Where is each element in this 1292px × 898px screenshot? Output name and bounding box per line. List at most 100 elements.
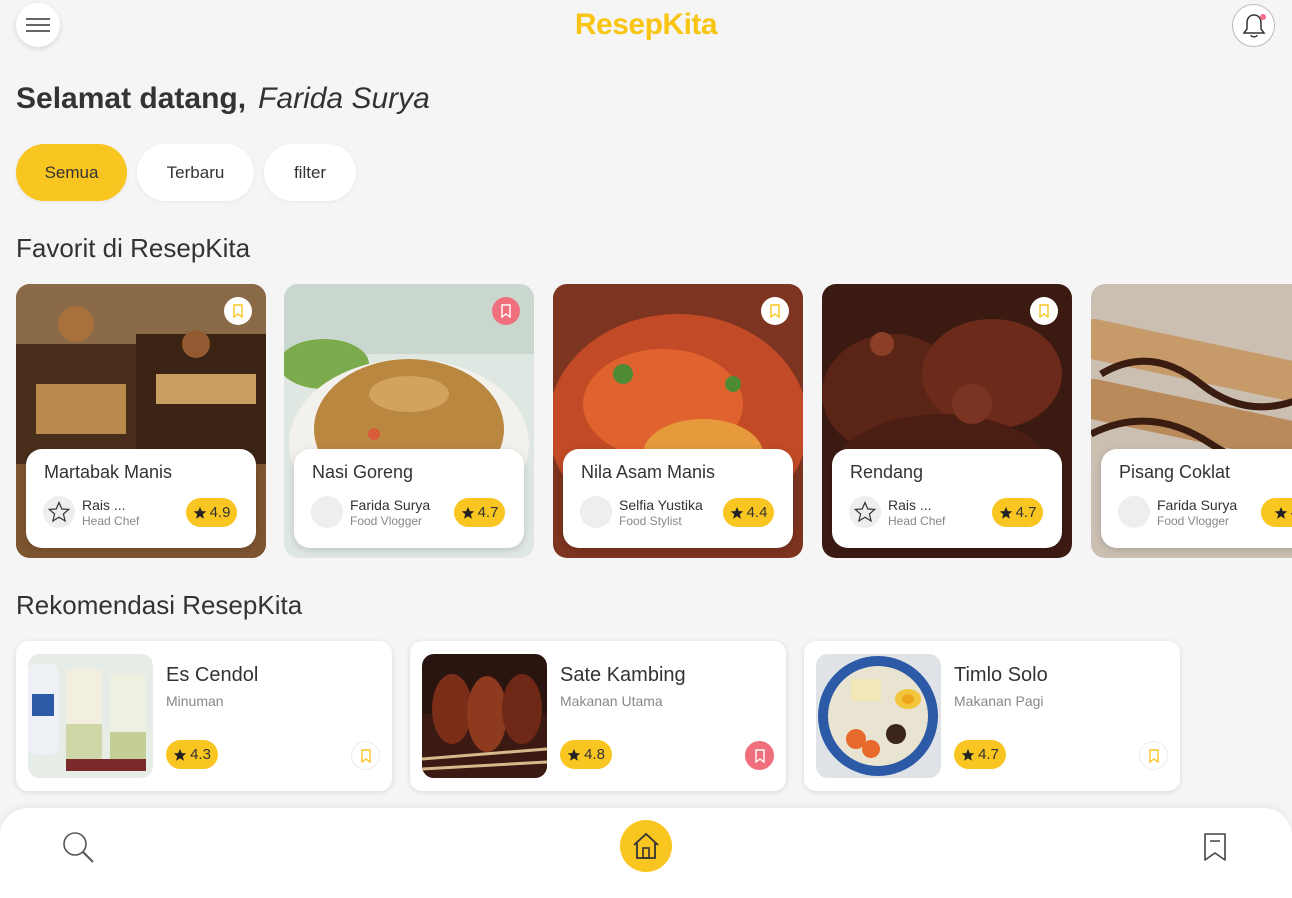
rating-badge: 4 [1261,498,1292,527]
favorites-carousel[interactable]: Martabak Manis Rais ... Head Chef 4.9 Na… [16,284,1292,560]
recipe-category: Minuman [166,693,224,709]
rating-badge: 4.7 [454,498,505,527]
chip-terbaru[interactable]: Terbaru [137,144,254,201]
favorite-info: Rendang Rais ... Head Chef 4.7 [832,449,1062,548]
greeting-prefix: Selamat datang, [16,82,247,115]
bookmark-toggle[interactable] [1030,297,1058,325]
author-role: Head Chef [82,514,140,528]
bookmark-toggle[interactable] [1139,741,1168,770]
author-name: Rais ... [82,497,126,513]
author-name: Selfia Yustika [619,497,703,513]
bookmark-icon [770,304,780,318]
recipe-category: Makanan Pagi [954,693,1044,709]
avatar [849,496,881,528]
bookmark-icon [1204,833,1226,861]
rating-value: 4.7 [1015,504,1037,521]
favorite-card[interactable]: Pisang Coklat Farida Surya Food Vlogger … [1091,284,1292,558]
bookmark-toggle[interactable] [745,741,774,770]
rating-value: 4.8 [584,746,605,763]
recipe-name: Nasi Goreng [312,462,414,482]
star-icon [461,506,474,519]
food-image [28,654,153,778]
bottom-nav [0,808,1292,898]
top-bar: ResepKita [0,0,1292,52]
recipe-name: Rendang [850,462,924,482]
bookmark-icon [233,304,243,318]
recommendation-card[interactable]: Es Cendol Minuman 4.3 [16,641,392,791]
star-icon [193,506,206,519]
favorite-info: Nasi Goreng Farida Surya Food Vlogger 4.… [294,449,524,548]
food-image [816,654,941,778]
filter-chips: Semua Terbaru filter [16,144,356,201]
star-icon [961,748,975,761]
rating-value: 4.7 [978,746,999,763]
nav-search-button[interactable] [59,828,97,866]
rating-value: 4.4 [746,504,768,521]
rating-badge: 4.8 [560,740,612,769]
rating-badge: 4.7 [954,740,1006,769]
rating-value: 4.7 [477,504,499,521]
avatar [1118,496,1150,528]
recommendation-card[interactable]: Timlo Solo Makanan Pagi 4.7 [804,641,1180,791]
home-icon [633,832,659,859]
recommendations-title: Rekomendasi ResepKita [16,590,303,620]
favorite-card[interactable]: Rendang Rais ... Head Chef 4.7 [822,284,1072,558]
notification-dot [1260,14,1266,20]
avatar [311,496,343,528]
bookmark-icon [501,304,511,318]
author-role: Food Vlogger [350,514,423,528]
bookmark-toggle[interactable] [224,297,252,325]
favorite-card[interactable]: Martabak Manis Rais ... Head Chef 4.9 [16,284,266,558]
nav-bookmark-button[interactable] [1198,828,1232,866]
avatar [43,496,75,528]
chip-semua[interactable]: Semua [16,144,127,201]
bookmark-icon [754,748,765,763]
favorite-card[interactable]: Nasi Goreng Farida Surya Food Vlogger 4.… [284,284,534,558]
star-outline-icon [854,501,876,523]
star-icon [999,506,1012,519]
recipe-name: Es Cendol [166,664,259,686]
favorite-card[interactable]: Nila Asam Manis Selfia Yustika Food Styl… [553,284,803,558]
author-role: Food Vlogger [1157,514,1230,528]
star-outline-icon [48,501,70,523]
star-icon [567,748,581,761]
author-role: Head Chef [888,514,946,528]
recommendation-card[interactable]: Sate Kambing Makanan Utama 4.8 [410,641,786,791]
author-name: Farida Surya [350,497,431,513]
recipe-name: Nila Asam Manis [581,462,716,482]
chip-filter[interactable]: filter [264,144,356,201]
rating-badge: 4.9 [186,498,237,527]
author-name: Rais ... [888,497,932,513]
bookmark-toggle[interactable] [761,297,789,325]
user-name: Farida Surya [258,82,430,115]
star-icon [173,748,187,761]
rating-badge: 4.4 [723,498,774,527]
recipe-name: Timlo Solo [954,664,1048,686]
recipe-category: Makanan Utama [560,693,663,709]
recipe-name: Sate Kambing [560,664,686,686]
avatar [580,496,612,528]
bookmark-toggle[interactable] [351,741,380,770]
rating-value: 4.9 [209,504,231,521]
favorites-title: Favorit di ResepKita [16,233,251,263]
rating-value: 4.3 [190,746,211,763]
notification-button[interactable] [1232,4,1275,47]
bookmark-icon [1148,748,1159,763]
author-name: Farida Surya [1157,497,1238,513]
bookmark-toggle[interactable] [492,297,520,325]
greeting: Selamat datang, Farida Surya [16,82,430,116]
bookmark-icon [360,748,371,763]
favorite-info: Pisang Coklat Farida Surya Food Vlogger … [1101,449,1292,548]
author-role: Food Stylist [619,514,682,528]
favorite-info: Martabak Manis Rais ... Head Chef 4.9 [26,449,256,548]
recipe-name: Martabak Manis [44,462,173,482]
nav-home-button[interactable] [620,820,672,872]
rating-badge: 4.7 [992,498,1043,527]
food-image [422,654,547,778]
search-icon [63,832,94,863]
favorite-info: Nila Asam Manis Selfia Yustika Food Styl… [563,449,793,548]
rating-badge: 4.3 [166,740,218,769]
star-icon [730,506,743,519]
recipe-name: Pisang Coklat [1119,462,1231,482]
bookmark-icon [1039,304,1049,318]
